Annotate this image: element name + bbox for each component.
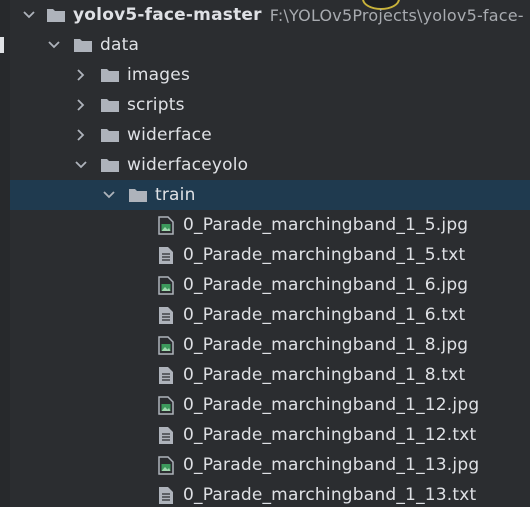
project-name: yolov5-face-master [73,5,262,25]
chevron-right-icon[interactable] [72,90,90,120]
file-item[interactable]: 0_Parade_marchingband_1_12.txt [0,420,530,450]
file-item[interactable]: 0_Parade_marchingband_1_5.txt [0,240,530,270]
chevron-right-icon[interactable] [72,60,90,90]
chevron-down-icon[interactable] [20,0,38,30]
text-file-icon [159,306,173,324]
file-name: 0_Parade_marchingband_1_13.jpg [183,455,480,475]
file-item[interactable]: 0_Parade_marchingband_1_6.jpg [0,270,530,300]
file-item[interactable]: 0_Parade_marchingband_1_6.txt [0,300,530,330]
text-file-icon [159,486,173,504]
file-item[interactable]: 0_Parade_marchingband_1_13.jpg [0,450,530,480]
text-file-icon [159,246,173,264]
folder-icon [101,99,119,112]
folder-label-images: images [127,65,191,85]
file-item[interactable]: 0_Parade_marchingband_1_5.jpg [0,210,530,240]
file-name: 0_Parade_marchingband_1_6.jpg [183,275,469,295]
folder-label-widerfaceyolo: widerfaceyolo [127,155,249,175]
tree-node-widerface[interactable]: widerface [0,120,530,150]
tree-node-train[interactable]: train [10,180,530,210]
image-file-icon [158,335,174,355]
file-name: 0_Parade_marchingband_1_5.txt [183,245,466,265]
folder-icon [101,159,119,172]
file-name: 0_Parade_marchingband_1_12.jpg [183,395,480,415]
chevron-down-icon[interactable] [45,30,63,60]
folder-icon [74,39,92,52]
folder-icon [129,189,147,202]
tree-node-images[interactable]: images [0,60,530,90]
file-name: 0_Parade_marchingband_1_5.jpg [183,215,469,235]
file-name: 0_Parade_marchingband_1_8.jpg [183,335,469,355]
folder-icon [47,9,65,22]
tree-node-scripts[interactable]: scripts [0,90,530,120]
image-file-icon [158,395,174,415]
file-item[interactable]: 0_Parade_marchingband_1_8.jpg [0,330,530,360]
tree-node-data[interactable]: data [0,30,530,60]
file-item[interactable]: 0_Parade_marchingband_1_12.jpg [0,390,530,420]
file-item[interactable]: 0_Parade_marchingband_1_13.txt [0,480,530,507]
project-tree-panel: yolov5-face-master F:\YOLOv5Projects\yol… [0,0,530,507]
chevron-down-icon[interactable] [100,180,118,210]
folder-icon [101,129,119,142]
image-file-icon [158,275,174,295]
folder-label-data: data [100,35,140,55]
file-name: 0_Parade_marchingband_1_6.txt [183,305,466,325]
tree-node-project-root[interactable]: yolov5-face-master F:\YOLOv5Projects\yol… [0,0,530,30]
tree-node-widerfaceyolo[interactable]: widerfaceyolo [0,150,530,180]
folder-label-widerface: widerface [127,125,212,145]
image-file-icon [158,215,174,235]
file-name: 0_Parade_marchingband_1_13.txt [183,485,477,505]
text-file-icon [159,366,173,384]
text-file-icon [159,426,173,444]
folder-label-scripts: scripts [127,95,185,115]
file-name: 0_Parade_marchingband_1_12.txt [183,425,477,445]
file-item[interactable]: 0_Parade_marchingband_1_8.txt [0,360,530,390]
chevron-right-icon[interactable] [72,120,90,150]
image-file-icon [158,455,174,475]
chevron-down-icon[interactable] [72,150,90,180]
folder-label-train: train [155,185,196,205]
folder-icon [101,69,119,82]
project-path: F:\YOLOv5Projects\yolov5-face- [269,5,524,25]
file-name: 0_Parade_marchingband_1_8.txt [183,365,466,385]
